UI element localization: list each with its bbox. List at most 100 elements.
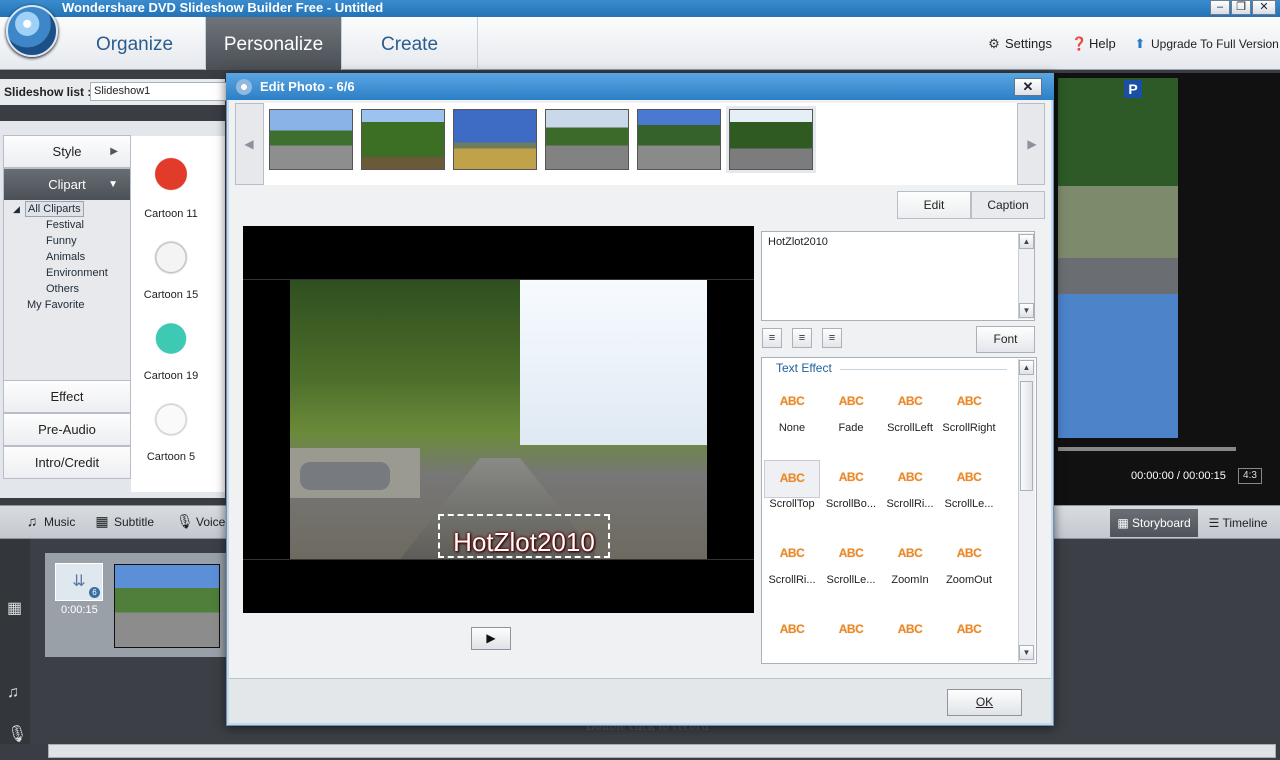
settings-link[interactable]: ⚙ Settings <box>987 34 1052 54</box>
tree-item-funny[interactable]: Funny <box>46 233 77 249</box>
text-effect-item[interactable]: ABC None <box>764 384 820 434</box>
photo-thumbnail[interactable] <box>114 564 220 648</box>
close-window-button[interactable]: ✕ <box>1252 0 1276 15</box>
align-right-button[interactable]: ≡ <box>822 328 842 348</box>
tree-item-my-favorite[interactable]: My Favorite <box>27 297 84 313</box>
scroll-up-icon[interactable]: ▲ <box>1019 234 1034 249</box>
photo-thumbnail-6[interactable] <box>729 109 813 170</box>
text-effect-item[interactable]: ABC ScrollBo... <box>823 460 879 510</box>
text-effect-item[interactable]: ABCWipe_Top <box>823 612 879 648</box>
scroll-thumb[interactable] <box>1020 381 1033 491</box>
text-effect-label: ZoomOut <box>946 574 992 586</box>
transition-thumbnail[interactable]: ⇊ 6 <box>55 563 103 601</box>
style-button[interactable]: Style ▶ <box>3 135 131 168</box>
text-effect-label: ScrollLe... <box>826 574 876 586</box>
tab-organize[interactable]: Organize <box>64 17 206 70</box>
text-effect-item[interactable]: ABC ScrollRi... <box>882 460 938 510</box>
track-icons <box>0 539 30 744</box>
microphone-icon: 🎙 <box>176 513 194 529</box>
effect-button[interactable]: Effect <box>3 380 131 413</box>
slideshow-list-select[interactable]: Slideshow1 <box>90 82 230 101</box>
clipart-button[interactable]: Clipart ▼ <box>3 168 131 201</box>
photo-thumbnail-5[interactable] <box>637 109 721 170</box>
text-effect-item[interactable]: ABC Fade <box>823 384 879 434</box>
maximize-button[interactable]: ❐ <box>1231 0 1251 15</box>
transition-time: 0:00:15 <box>61 604 98 616</box>
chevron-down-icon: ▼ <box>108 179 118 190</box>
text-effect-item[interactable]: ABC ScrollLeft <box>882 384 938 434</box>
text-effect-thumbnail-icon: ABC <box>956 394 982 408</box>
text-effect-item[interactable]: ABC ScrollLe... <box>823 536 879 586</box>
photo-thumbnail-2[interactable] <box>361 109 445 170</box>
film-track-icon: ▦ <box>7 600 23 617</box>
tab-create[interactable]: Create <box>342 17 478 70</box>
help-link[interactable]: ❓ Help <box>1071 34 1116 54</box>
tab-edit[interactable]: Edit <box>897 191 971 219</box>
tree-item-environment[interactable]: Environment <box>46 265 108 281</box>
preview-seek-slider[interactable] <box>1058 447 1236 451</box>
text-effect-label: ScrollTop <box>769 498 815 510</box>
text-effect-thumbnail-icon: ABC <box>779 546 805 560</box>
text-effect-item[interactable]: ABC ScrollRi... <box>764 536 820 586</box>
text-effect-item[interactable]: ABC ZoomIn <box>882 536 938 586</box>
play-icon: ▶ <box>486 631 496 645</box>
film-icon: ▦ <box>95 513 109 529</box>
text-effect-item[interactable]: ABCCutIn_Left <box>941 612 997 648</box>
photo-thumbnail-4[interactable] <box>545 109 629 170</box>
preview-photo-car <box>300 462 390 490</box>
align-center-button[interactable]: ≡ <box>792 328 812 348</box>
effect-scrollbar[interactable]: ▲ ▼ <box>1018 359 1035 662</box>
clipart-item[interactable]: Cartoon 5 <box>131 397 211 463</box>
font-button[interactable]: Font <box>976 326 1035 353</box>
minimize-button[interactable]: – <box>1210 0 1230 15</box>
horizontal-scrollbar[interactable] <box>48 744 1276 758</box>
text-effect-item[interactable]: ABCWipe_End <box>882 612 938 648</box>
scroll-down-icon[interactable]: ▼ <box>1019 645 1034 660</box>
text-effect-label: ScrollLeft <box>887 422 933 434</box>
text-effect-item[interactable]: ABC ScrollRight <box>941 384 997 434</box>
intro-credit-button[interactable]: Intro/Credit <box>3 446 131 479</box>
preview-image <box>1058 78 1178 438</box>
align-right-icon: ≡ <box>828 332 836 344</box>
tree-item-all-cliparts[interactable]: All Cliparts <box>25 201 84 217</box>
subtitle-button[interactable]: ▦ Subtitle <box>94 513 154 530</box>
clipart-item[interactable]: Cartoon 11 <box>131 154 211 220</box>
scroll-down-icon[interactable]: ▼ <box>1019 303 1034 318</box>
photo-thumbnail-3[interactable] <box>453 109 537 170</box>
caption-scrollbar[interactable]: ▲ ▼ <box>1018 233 1034 319</box>
clipart-item[interactable]: Cartoon 19 <box>131 316 211 382</box>
dialog-close-button[interactable]: ✕ <box>1014 78 1042 96</box>
text-effect-divider <box>840 369 1007 370</box>
text-effect-item[interactable]: ABC ZoomOut <box>941 536 997 586</box>
timeline-button[interactable]: ☰ Timeline <box>1198 509 1278 537</box>
pre-audio-button[interactable]: Pre-Audio <box>3 413 131 446</box>
music-button[interactable]: ♫ Music <box>24 513 76 530</box>
scroll-up-icon[interactable]: ▲ <box>1019 360 1034 375</box>
align-left-button[interactable]: ≡ <box>762 328 782 348</box>
clipart-item[interactable]: Cartoon 15 <box>131 235 211 301</box>
tree-collapse-icon[interactable]: ◢ <box>13 201 20 217</box>
list-icon: ☰ <box>1208 516 1223 530</box>
strip-next-icon[interactable]: ▶ <box>1018 103 1046 185</box>
upgrade-link[interactable]: ⬆ Upgrade To Full Version <box>1133 34 1279 54</box>
storyboard-button[interactable]: ▦ Storyboard <box>1110 509 1198 537</box>
dialog-app-icon <box>236 79 252 95</box>
text-effect-item[interactable]: ABC ScrollTop <box>764 460 820 510</box>
text-effect-label: ScrollRi... <box>886 498 934 510</box>
photo-thumbnail-1[interactable] <box>269 109 353 170</box>
text-effect-item[interactable]: ABCWipe <box>764 612 820 648</box>
text-effect-item[interactable]: ABC ScrollLe... <box>941 460 997 510</box>
text-effect-thumbnail-icon: ABC <box>897 622 923 636</box>
tab-personalize[interactable]: Personalize <box>206 17 342 70</box>
align-center-icon: ≡ <box>798 332 806 344</box>
tab-caption[interactable]: Caption <box>971 191 1045 219</box>
caption-text-input[interactable]: HotZlot2010 <box>761 231 1035 321</box>
play-button[interactable]: ▶ <box>471 627 511 650</box>
tree-item-others[interactable]: Others <box>46 281 79 297</box>
aspect-ratio-button[interactable]: 4:3 <box>1238 468 1262 484</box>
ok-button[interactable]: OK <box>947 689 1022 716</box>
strip-prev-icon[interactable]: ◀ <box>235 103 263 185</box>
tree-item-animals[interactable]: Animals <box>46 249 85 265</box>
app-logo-icon[interactable] <box>6 5 58 57</box>
tree-item-festival[interactable]: Festival <box>46 217 84 233</box>
